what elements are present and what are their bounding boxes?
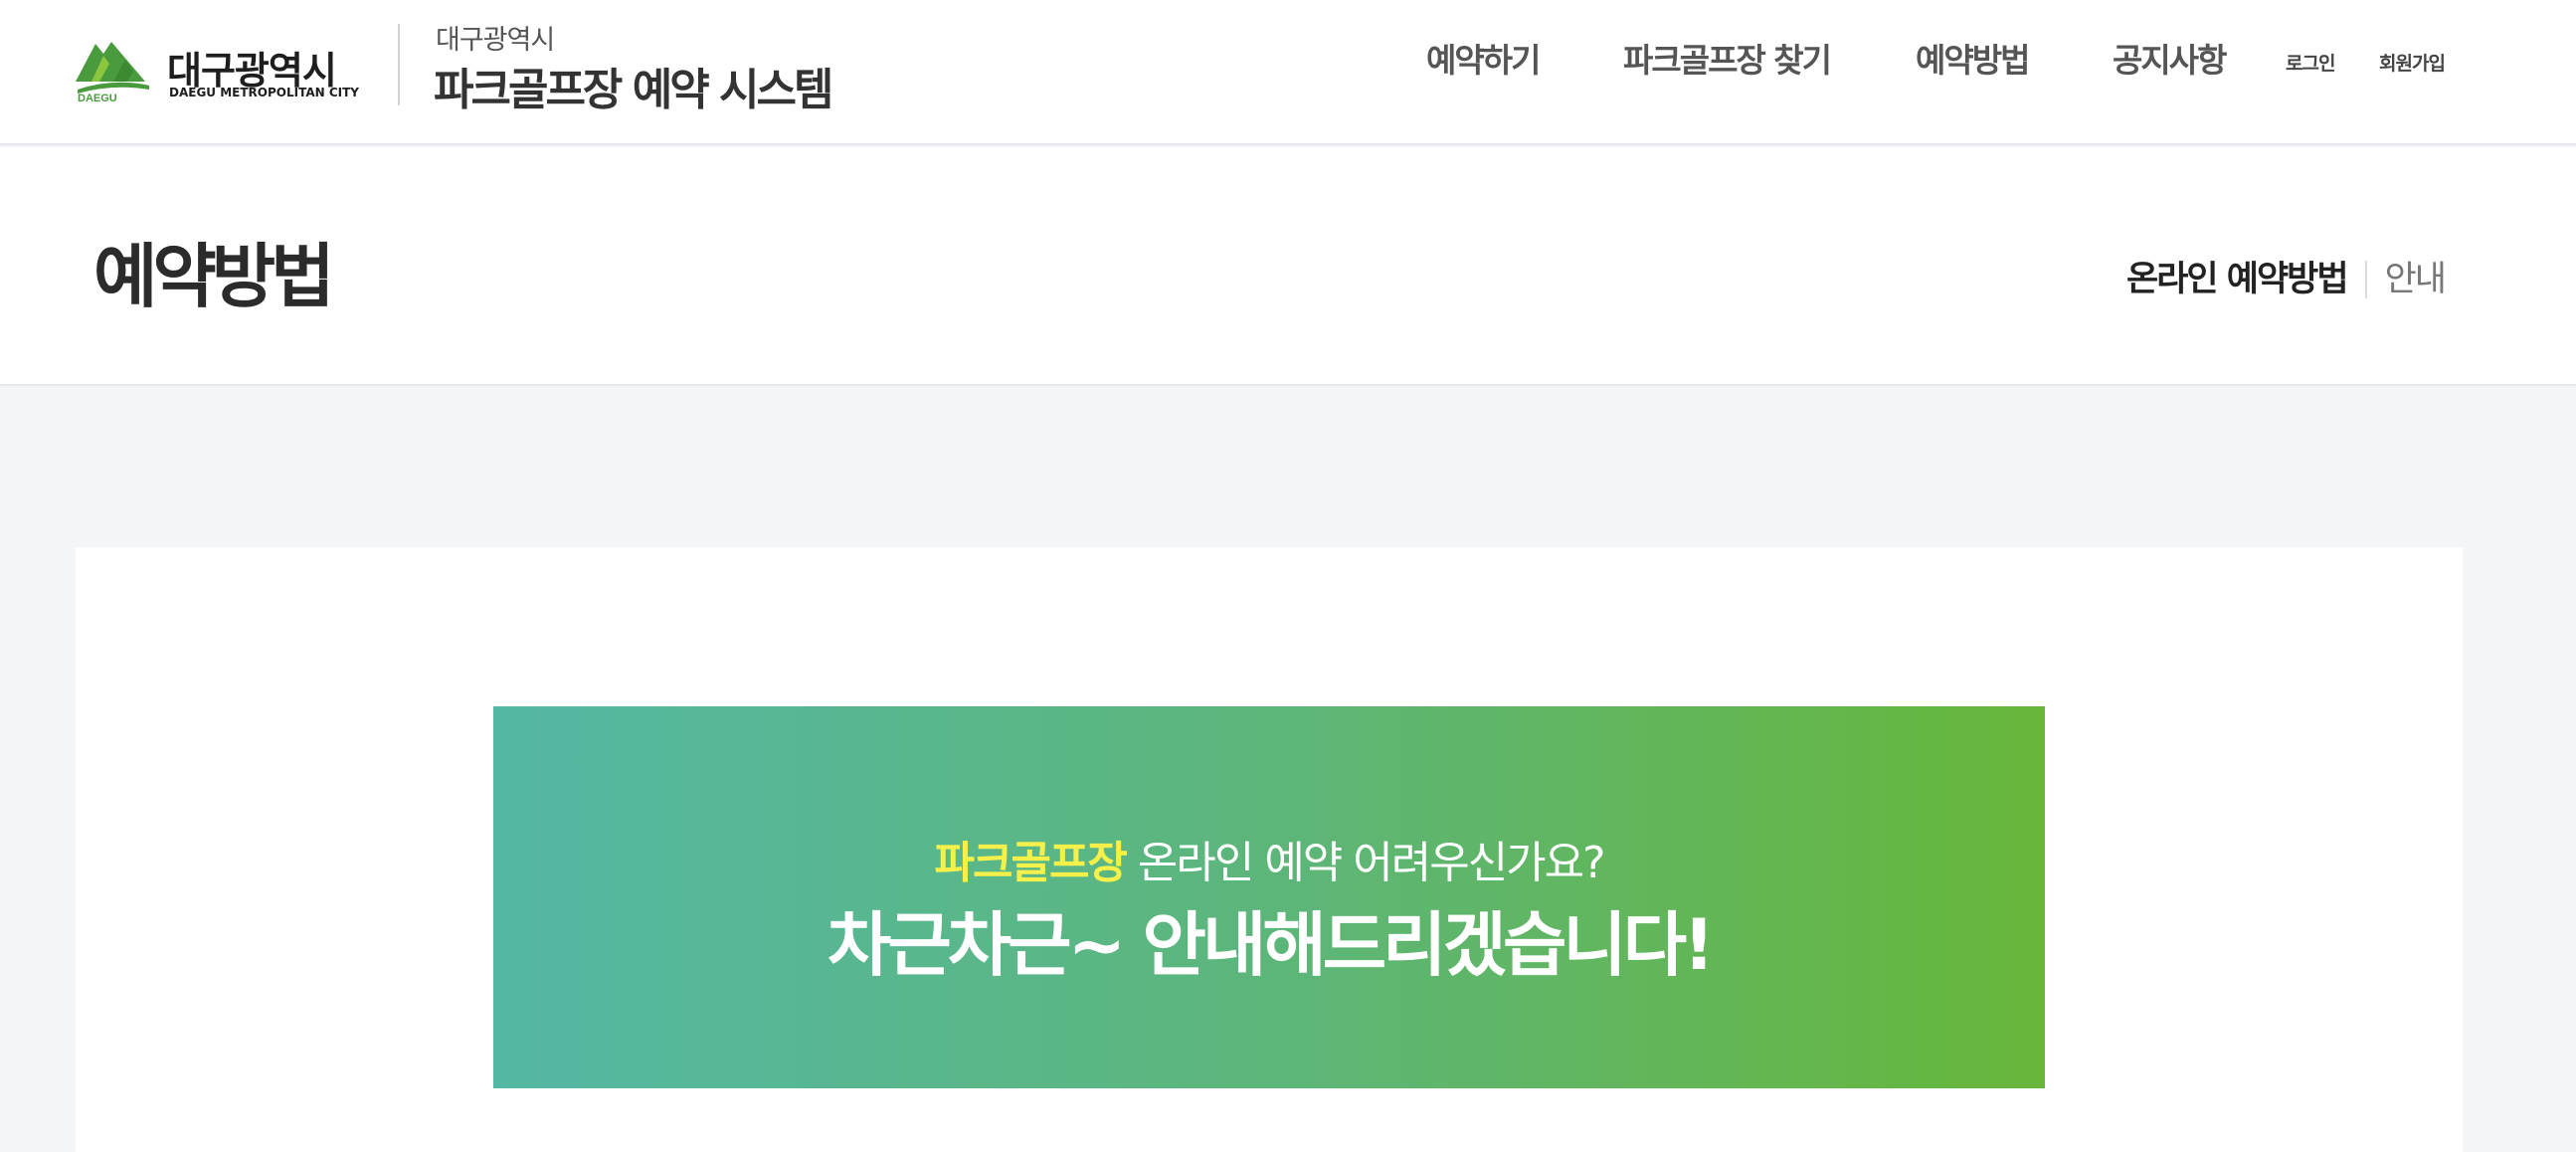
site-header: DAEGU 대구광역시 DAEGU METROPOLITAN CITY 대구광역… <box>0 0 2576 145</box>
system-title[interactable]: 파크골프장 예약 시스템 <box>434 54 833 117</box>
tab-guide[interactable]: 안내 <box>2385 258 2447 301</box>
sub-tabs: 온라인 예약방법 안내 <box>2126 255 2447 304</box>
banner-highlight: 파크골프장 <box>934 838 1128 888</box>
banner-question: 파크골프장 온라인 예약 어려우신가요? <box>493 836 2045 891</box>
logo-divider <box>398 24 400 105</box>
logo-name-en: DAEGU METROPOLITAN CITY <box>169 86 359 99</box>
nav-how-to-reserve[interactable]: 예약방법 <box>1916 36 2030 86</box>
banner-question-text: 온라인 예약 어려우신가요? <box>1125 838 1606 888</box>
daegu-mountain-logo-icon: DAEGU <box>76 42 149 101</box>
logo-mark-text: DAEGU <box>78 93 117 101</box>
nav-notices[interactable]: 공지사항 <box>2113 36 2227 86</box>
content-card: 파크골프장 온라인 예약 어려우신가요? 차근차근~ 안내해드리겠습니다! <box>76 547 2463 1152</box>
system-city-label: 대구광역시 <box>436 25 555 56</box>
nav-reservation[interactable]: 예약하기 <box>1426 36 1541 86</box>
tab-online-reservation[interactable]: 온라인 예약방법 <box>2126 258 2349 301</box>
signup-link[interactable]: 회원가입 <box>2379 50 2446 78</box>
banner-headline: 차근차근~ 안내해드리겠습니다! <box>827 904 1715 986</box>
nav-find-park-golf[interactable]: 파크골프장 찾기 <box>1623 36 1832 86</box>
page-title-band: 예약방법 온라인 예약방법 안내 <box>0 147 2576 386</box>
tab-divider <box>2364 261 2367 298</box>
daegu-logo[interactable]: DAEGU 대구광역시 DAEGU METROPOLITAN CITY <box>74 38 359 103</box>
login-link[interactable]: 로그인 <box>2286 50 2335 78</box>
guide-banner: 파크골프장 온라인 예약 어려우신가요? 차근차근~ 안내해드리겠습니다! <box>493 706 2045 1088</box>
page-title: 예약방법 <box>93 236 335 317</box>
